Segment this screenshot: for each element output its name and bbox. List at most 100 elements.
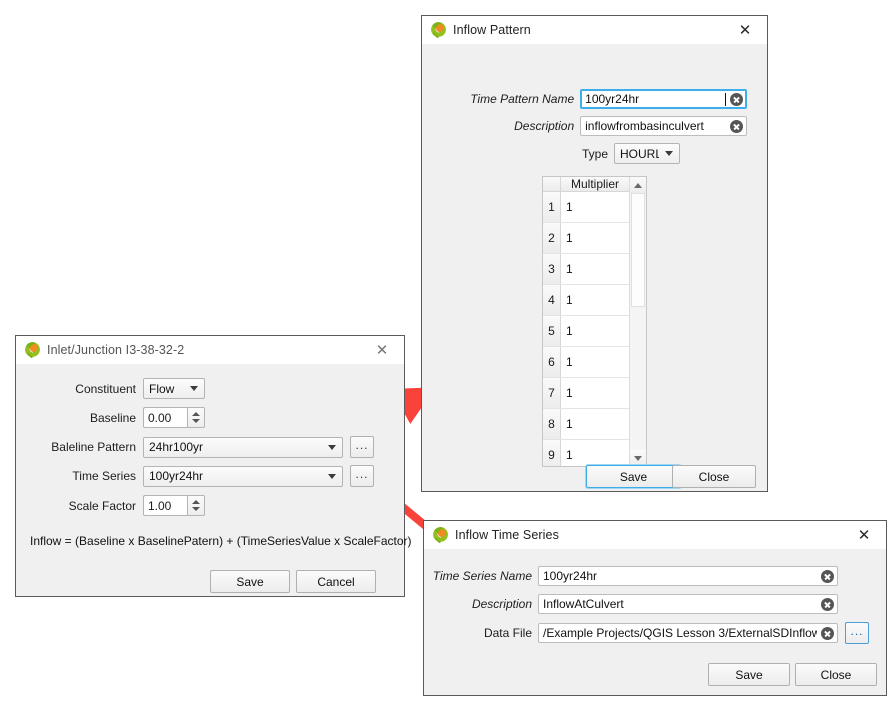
close-icon[interactable]: ✕ xyxy=(723,16,767,43)
multiplier-cell[interactable]: 1 xyxy=(561,254,629,284)
pattern-type-label: Type xyxy=(422,147,608,161)
table-row[interactable]: 81 xyxy=(543,409,629,440)
scale-factor-label: Scale Factor xyxy=(16,499,136,513)
multiplier-table-rows: 112131415161718191 xyxy=(543,192,629,466)
multiplier-cell[interactable]: 1 xyxy=(561,347,629,377)
inflow-pattern-close-button[interactable]: Close xyxy=(672,465,756,488)
pattern-type-select[interactable]: HOURLY xyxy=(614,143,680,164)
row-header: 3 xyxy=(543,254,561,284)
row-header: 2 xyxy=(543,223,561,253)
data-file-browse-button[interactable]: ... xyxy=(845,622,869,644)
close-icon[interactable]: ✕ xyxy=(360,336,404,363)
inflow-time-series-close-button[interactable]: Close xyxy=(795,663,877,686)
multiplier-cell[interactable]: 1 xyxy=(561,409,629,439)
constituent-select[interactable]: Flow xyxy=(143,378,205,399)
column-header-multiplier: Multiplier xyxy=(561,177,629,191)
table-row[interactable]: 41 xyxy=(543,285,629,316)
multiplier-cell[interactable]: 1 xyxy=(561,378,629,408)
baseline-pattern-label: Baleline Pattern xyxy=(16,440,136,454)
row-header: 8 xyxy=(543,409,561,439)
baseline-pattern-value: 24hr100yr xyxy=(149,440,322,454)
scale-factor-stepper[interactable]: 1.00 xyxy=(143,495,205,516)
constituent-label: Constituent xyxy=(16,382,136,396)
time-series-name-label: Time Series Name xyxy=(424,569,532,583)
time-series-description-input[interactable]: InflowAtCulvert xyxy=(538,594,838,614)
multiplier-cell[interactable]: 1 xyxy=(561,440,629,466)
table-row[interactable]: 11 xyxy=(543,192,629,223)
spin-up-icon[interactable] xyxy=(192,412,200,416)
table-row[interactable]: 91 xyxy=(543,440,629,466)
spin-down-icon[interactable] xyxy=(192,419,200,423)
scale-factor-value[interactable]: 1.00 xyxy=(143,495,187,516)
clear-icon[interactable] xyxy=(730,93,743,106)
inflow-pattern-dialog: Inflow Pattern ✕ Time Pattern Name 100yr… xyxy=(421,15,768,492)
data-file-input[interactable]: /Example Projects/QGIS Lesson 3/External… xyxy=(538,623,838,643)
time-pattern-name-value: 100yr24hr xyxy=(585,92,724,106)
inflow-time-series-dialog: Inflow Time Series ✕ Time Series Name 10… xyxy=(423,520,887,696)
close-icon[interactable]: ✕ xyxy=(842,521,886,548)
inflow-pattern-body: Time Pattern Name 100yr24hr Description … xyxy=(422,44,767,491)
data-file-value: /Example Projects/QGIS Lesson 3/External… xyxy=(543,626,817,640)
inlet-junction-title: Inlet/Junction I3-38-32-2 xyxy=(47,343,184,357)
table-row[interactable]: 31 xyxy=(543,254,629,285)
baseline-stepper[interactable]: 0.00 xyxy=(143,407,205,428)
multiplier-cell[interactable]: 1 xyxy=(561,285,629,315)
clear-icon[interactable] xyxy=(730,120,743,133)
chevron-down-icon xyxy=(328,445,336,450)
time-series-select[interactable]: 100yr24hr xyxy=(143,466,343,487)
scroll-track[interactable] xyxy=(630,193,646,450)
pattern-type-value: HOURLY xyxy=(620,147,659,161)
pattern-description-label: Description xyxy=(422,119,574,133)
scroll-up-icon[interactable] xyxy=(630,177,646,193)
table-row[interactable]: 51 xyxy=(543,316,629,347)
inflow-time-series-body: Time Series Name 100yr24hr Description I… xyxy=(424,549,886,695)
clear-icon[interactable] xyxy=(821,570,834,583)
inlet-junction-titlebar: Inlet/Junction I3-38-32-2 ✕ xyxy=(16,336,404,364)
baseline-value[interactable]: 0.00 xyxy=(143,407,187,428)
time-pattern-name-input[interactable]: 100yr24hr xyxy=(580,89,747,109)
spin-up-icon[interactable] xyxy=(192,500,200,504)
scroll-thumb[interactable] xyxy=(631,193,645,307)
constituent-value: Flow xyxy=(149,382,184,396)
time-pattern-name-label: Time Pattern Name xyxy=(422,92,574,106)
inlet-junction-save-button[interactable]: Save xyxy=(210,570,290,593)
baseline-label: Baseline xyxy=(16,411,136,425)
inlet-junction-body: Constituent Flow Baseline 0.00 Baleline … xyxy=(16,364,404,596)
spin-down-icon[interactable] xyxy=(192,507,200,511)
inlet-junction-cancel-button[interactable]: Cancel xyxy=(296,570,376,593)
table-scrollbar[interactable] xyxy=(629,177,646,466)
multiplier-cell[interactable]: 1 xyxy=(561,192,629,222)
multiplier-cell[interactable]: 1 xyxy=(561,316,629,346)
baseline-spin-buttons[interactable] xyxy=(187,407,205,428)
table-row[interactable]: 71 xyxy=(543,378,629,409)
time-series-name-input[interactable]: 100yr24hr xyxy=(538,566,838,586)
data-file-label: Data File xyxy=(424,626,532,640)
multiplier-cell[interactable]: 1 xyxy=(561,223,629,253)
row-header: 4 xyxy=(543,285,561,315)
clear-icon[interactable] xyxy=(821,598,834,611)
qgis-icon xyxy=(431,22,446,37)
qgis-icon xyxy=(433,527,448,542)
time-series-description-label: Description xyxy=(424,597,532,611)
inflow-time-series-title: Inflow Time Series xyxy=(455,528,559,542)
multiplier-table-grid: Multiplier 112131415161718191 xyxy=(543,177,629,466)
chevron-down-icon xyxy=(328,474,336,479)
row-header: 9 xyxy=(543,440,561,466)
row-header: 1 xyxy=(543,192,561,222)
time-series-browse-button[interactable]: ... xyxy=(350,465,374,487)
scale-factor-spin-buttons[interactable] xyxy=(187,495,205,516)
baseline-pattern-select[interactable]: 24hr100yr xyxy=(143,437,343,458)
table-row[interactable]: 61 xyxy=(543,347,629,378)
multiplier-table[interactable]: Multiplier 112131415161718191 xyxy=(542,176,647,467)
inflow-time-series-save-button[interactable]: Save xyxy=(708,663,790,686)
scroll-down-icon[interactable] xyxy=(630,450,646,466)
baseline-pattern-browse-button[interactable]: ... xyxy=(350,436,374,458)
multiplier-table-header: Multiplier xyxy=(543,177,629,192)
clear-icon[interactable] xyxy=(821,627,834,640)
inflow-pattern-save-button[interactable]: Save xyxy=(586,465,681,488)
pattern-description-input[interactable]: inflowfrombasinculvert xyxy=(580,116,747,136)
row-header: 7 xyxy=(543,378,561,408)
inlet-junction-dialog: Inlet/Junction I3-38-32-2 ✕ Constituent … xyxy=(15,335,405,597)
row-header: 6 xyxy=(543,347,561,377)
table-row[interactable]: 21 xyxy=(543,223,629,254)
